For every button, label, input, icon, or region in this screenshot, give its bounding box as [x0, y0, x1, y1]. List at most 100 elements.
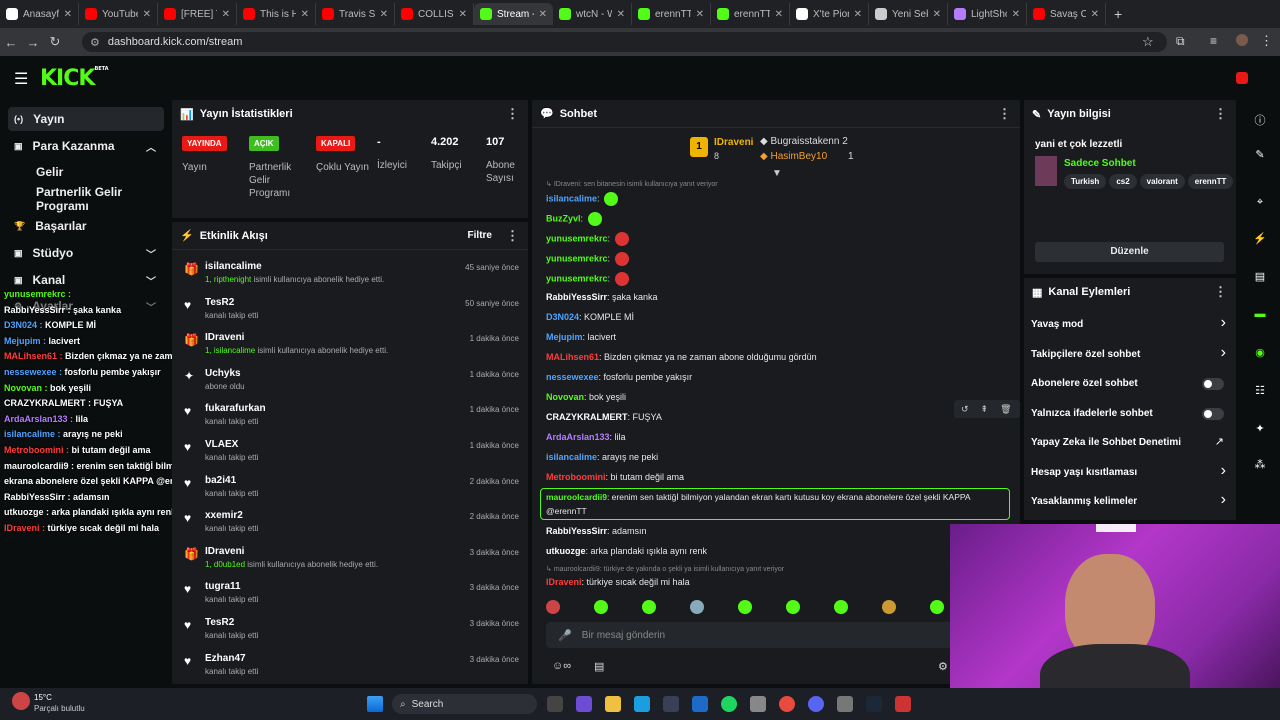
- emote-icon[interactable]: [594, 600, 608, 614]
- browser-tab[interactable]: Stream - ✕: [474, 3, 553, 25]
- leader-row-3[interactable]: ◆ HasimBey10 1: [760, 151, 854, 162]
- browser-tab[interactable]: This is H ✕: [237, 3, 316, 25]
- store-app-icon[interactable]: [663, 696, 679, 712]
- event-username[interactable]: Uchyks: [205, 368, 241, 379]
- close-icon[interactable]: ✕: [301, 9, 309, 20]
- kick-logo[interactable]: KICKBETA: [40, 66, 109, 91]
- stream-tag[interactable]: Turkish: [1064, 174, 1107, 189]
- event-username[interactable]: TesR2: [205, 297, 234, 308]
- emote-icon[interactable]: [930, 600, 944, 614]
- activity-event[interactable]: ♥ TesR2 kanalı takip etti 50 saniye önce: [180, 294, 525, 328]
- edge-icon[interactable]: [634, 696, 650, 712]
- activity-event[interactable]: 🎁 isilancalime 1, ripthenight isimli kulla…: [180, 258, 525, 292]
- close-icon[interactable]: ✕: [222, 9, 230, 20]
- chat-username[interactable]: yunusemrekrc: [546, 253, 608, 263]
- activity-event[interactable]: 🎁 IDraveni 1, d0ub1ed isimli kullanıcıya a…: [180, 543, 525, 577]
- close-icon[interactable]: ✕: [854, 9, 862, 20]
- browser-tab[interactable]: Travis Sc ✕: [316, 3, 395, 25]
- chat-username[interactable]: RabbiYessSirr: [546, 526, 607, 536]
- chat-username[interactable]: nessewexee: [546, 372, 599, 382]
- sidebar-item[interactable]: (•) Yayın: [8, 107, 164, 131]
- close-icon[interactable]: ✕: [933, 9, 941, 20]
- sidebar-item[interactable]: 🏆 Başarılar: [8, 214, 164, 238]
- chat-username[interactable]: Metroboomini: [546, 472, 606, 482]
- stream-tag[interactable]: valorant: [1139, 174, 1185, 189]
- chevron-down-icon[interactable]: ﹀: [146, 246, 156, 261]
- extensions-icon[interactable]: ⧉: [1176, 34, 1185, 49]
- external-link-icon[interactable]: ↗: [1215, 435, 1224, 448]
- site-info-icon[interactable]: ⚙: [90, 36, 100, 49]
- lightning-icon[interactable]: ⚡: [1252, 232, 1268, 248]
- chat-input[interactable]: 🎤 Bir mesaj gönderin: [546, 622, 1016, 648]
- activity-event[interactable]: 🎁 IDraveni 1, isilancalime isimli kullanıc…: [180, 329, 525, 363]
- toggle-switch[interactable]: [1202, 407, 1224, 420]
- chat-settings-icon[interactable]: ⚙: [938, 660, 948, 673]
- kebab-icon[interactable]: ⋮: [1214, 284, 1227, 300]
- edit-button[interactable]: Düzenle: [1035, 242, 1224, 262]
- close-icon[interactable]: ✕: [539, 9, 547, 20]
- leader-name[interactable]: IDraveni: [714, 137, 753, 148]
- event-username[interactable]: IDraveni: [205, 546, 244, 557]
- reload-icon[interactable]: ↻: [44, 34, 66, 50]
- chat-username[interactable]: BuzZyvl: [546, 213, 581, 223]
- wrench-icon[interactable]: ✦: [1252, 422, 1268, 438]
- address-bar[interactable]: ⚙ dashboard.kick.com/stream: [82, 32, 1167, 52]
- task-view-icon[interactable]: [547, 696, 563, 712]
- chat-username[interactable]: Mejupim: [546, 332, 583, 342]
- profile-avatar[interactable]: [1236, 34, 1248, 46]
- kebab-icon[interactable]: ⋮: [506, 228, 519, 244]
- chat-username[interactable]: IDraveni: [546, 577, 582, 587]
- channel-action[interactable]: Takipçilere özel sohbet ›: [1024, 342, 1236, 368]
- browser-tab[interactable]: erennTT ✕: [632, 3, 711, 25]
- emote-icon[interactable]: [834, 600, 848, 614]
- chat-username[interactable]: yunusemrekrc: [546, 273, 608, 283]
- emote-picker-icon[interactable]: ☺∞: [552, 660, 571, 672]
- stream-category[interactable]: Sadece Sohbet: [1064, 158, 1136, 169]
- sidebar-item[interactable]: ▣ Stüdyo ﹀: [8, 241, 164, 265]
- user-avatar[interactable]: [1236, 72, 1248, 84]
- spotify-icon[interactable]: [721, 696, 737, 712]
- chevron-right-icon[interactable]: ›: [1221, 314, 1226, 332]
- steam-icon[interactable]: [866, 696, 882, 712]
- hamburger-menu-icon[interactable]: ☰: [14, 69, 28, 89]
- document-icon[interactable]: ▤: [1252, 270, 1268, 286]
- activity-event[interactable]: ♥ fukarafurkan kanalı takip etti 1 dakika ö…: [180, 400, 525, 434]
- taskbar-search[interactable]: ⌕ Search: [392, 694, 537, 714]
- filter-button[interactable]: Filtre: [468, 230, 492, 241]
- target-icon[interactable]: ⌖: [1252, 196, 1268, 212]
- channel-action[interactable]: Abonelere özel sohbet: [1024, 371, 1236, 397]
- collapse-icon[interactable]: ▼: [772, 168, 782, 179]
- back-icon[interactable]: ←: [0, 35, 22, 50]
- chat-username[interactable]: RabbiYessSirr: [546, 292, 607, 302]
- close-icon[interactable]: ✕: [143, 9, 151, 20]
- browser-tab[interactable]: [FREE] Ti ✕: [158, 3, 237, 25]
- emote-icon[interactable]: [642, 600, 656, 614]
- channel-action[interactable]: Yapay Zeka ile Sohbet Denetimi ↗: [1024, 430, 1236, 456]
- kebab-icon[interactable]: ⋮: [998, 106, 1011, 122]
- windows-start-icon[interactable]: [367, 696, 383, 712]
- new-tab-icon[interactable]: +: [1114, 6, 1122, 22]
- browser-tab[interactable]: X'te Pior ✕: [790, 3, 869, 25]
- chevron-right-icon[interactable]: ›: [1221, 491, 1226, 509]
- reply-icon[interactable]: ↺: [961, 404, 969, 415]
- microphone-icon[interactable]: 🎤: [558, 629, 572, 642]
- kebab-icon[interactable]: ⋮: [506, 106, 519, 122]
- settings-app-icon[interactable]: [837, 696, 853, 712]
- sidebar-item[interactable]: Partnerlik Gelir Programı: [8, 185, 164, 213]
- sidebar-item[interactable]: ▣ Para Kazanma ︿: [8, 134, 164, 158]
- outlook-icon[interactable]: [692, 696, 708, 712]
- chat-username[interactable]: MALihsen61: [546, 352, 599, 362]
- close-icon[interactable]: ✕: [775, 9, 783, 20]
- browser-tab[interactable]: Savaş Ce ✕: [1027, 3, 1106, 25]
- event-username[interactable]: VLAEX: [205, 439, 238, 450]
- activity-event[interactable]: ♥ xxemir2 kanalı takip etti 2 dakika önce: [180, 507, 525, 541]
- pin-icon[interactable]: ⇞: [981, 404, 989, 415]
- layout-icon[interactable]: ☷: [1252, 384, 1268, 400]
- emote-icon[interactable]: [786, 600, 800, 614]
- chat-username[interactable]: isilancalime: [546, 452, 597, 462]
- chat-username[interactable]: Novovan: [546, 392, 584, 402]
- chat-username[interactable]: ArdaArslan133: [546, 432, 610, 442]
- activity-event[interactable]: ♥ ba2i41 kanalı takip etti 2 dakika önce: [180, 472, 525, 506]
- store-icon[interactable]: ▤: [594, 660, 604, 673]
- pencil-icon[interactable]: ✎: [1252, 148, 1268, 164]
